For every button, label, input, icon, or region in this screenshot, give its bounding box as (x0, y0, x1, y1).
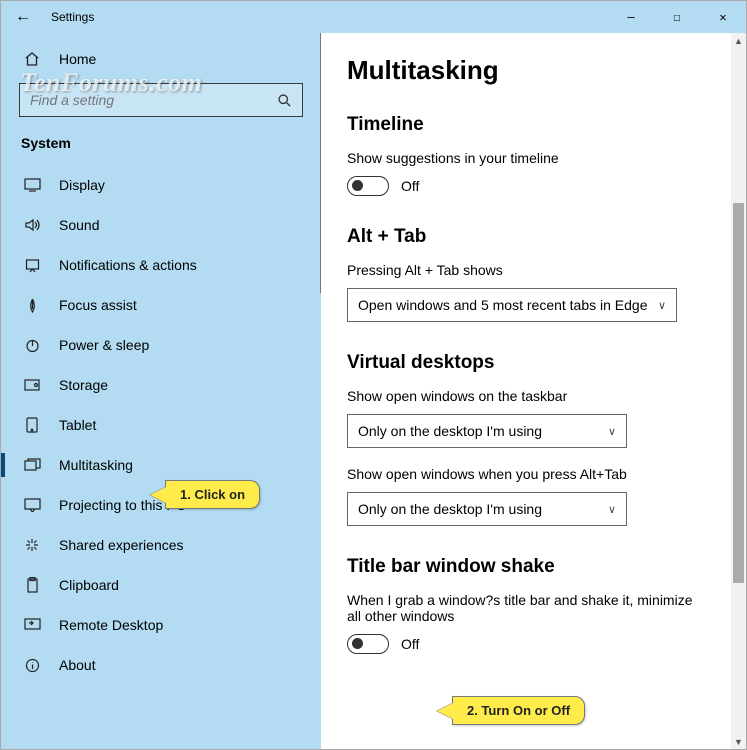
scroll-up-icon[interactable]: ▲ (731, 33, 746, 48)
sidebar-item-notifications[interactable]: Notifications & actions (1, 245, 321, 285)
sidebar-item-label: Sound (59, 217, 99, 233)
window-title: Settings (51, 10, 94, 24)
sidebar-item-label: Storage (59, 377, 108, 393)
sidebar: Home System Display Sound Notifications … (1, 33, 321, 749)
sidebar-item-label: About (59, 657, 96, 673)
sidebar-item-label: Focus assist (59, 297, 137, 313)
chevron-down-icon: ∨ (608, 503, 616, 516)
setting-label: Show open windows when you press Alt+Tab (347, 466, 705, 482)
remote-desktop-icon (21, 618, 43, 632)
close-button[interactable]: ✕ (700, 1, 746, 33)
sidebar-item-label: Multitasking (59, 457, 133, 473)
toggle-state: Off (401, 636, 419, 652)
notifications-icon (21, 258, 43, 273)
sidebar-item-multitasking[interactable]: Multitasking (1, 445, 321, 485)
timeline-toggle-row: Off (347, 176, 705, 196)
vd-alttab-select[interactable]: Only on the desktop I'm using ∨ (347, 492, 627, 526)
title-bar: ← Settings — ☐ ✕ (1, 1, 746, 33)
sidebar-item-label: Power & sleep (59, 337, 149, 353)
group-virtual-desktops: Virtual desktops Show open windows on th… (347, 352, 705, 526)
display-icon (21, 178, 43, 192)
shake-toggle[interactable] (347, 634, 389, 654)
group-heading: Timeline (347, 114, 705, 136)
sidebar-item-remote-desktop[interactable]: Remote Desktop (1, 605, 321, 645)
clipboard-icon (21, 577, 43, 593)
content-pane: Multitasking Timeline Show suggestions i… (321, 33, 746, 749)
group-alt-tab: Alt + Tab Pressing Alt + Tab shows Open … (347, 226, 705, 322)
window-controls: — ☐ ✕ (608, 1, 746, 33)
content-main: Multitasking Timeline Show suggestions i… (321, 33, 731, 749)
group-timeline: Timeline Show suggestions in your timeli… (347, 114, 705, 196)
sidebar-item-label: Tablet (59, 417, 96, 433)
sidebar-item-label: Display (59, 177, 105, 193)
search-icon (277, 93, 292, 108)
sidebar-item-power-sleep[interactable]: Power & sleep (1, 325, 321, 365)
shared-icon (21, 537, 43, 553)
annotation-callout-1: 1. Click on (165, 480, 260, 509)
sidebar-section-header: System (1, 131, 321, 165)
sidebar-item-tablet[interactable]: Tablet (1, 405, 321, 445)
sidebar-item-label: Notifications & actions (59, 257, 197, 273)
sidebar-item-label: Remote Desktop (59, 617, 163, 633)
sidebar-item-shared-experiences[interactable]: Shared experiences (1, 525, 321, 565)
sidebar-item-label: Shared experiences (59, 537, 184, 553)
settings-window: ← Settings — ☐ ✕ Home System (0, 0, 747, 750)
storage-icon (21, 379, 43, 391)
group-heading: Alt + Tab (347, 226, 705, 248)
sidebar-item-label: Clipboard (59, 577, 119, 593)
group-window-shake: Title bar window shake When I grab a win… (347, 556, 705, 654)
setting-label: When I grab a window?s title bar and sha… (347, 592, 705, 624)
shake-toggle-row: Off (347, 634, 705, 654)
sidebar-item-storage[interactable]: Storage (1, 365, 321, 405)
home-label: Home (59, 51, 96, 67)
home-icon (21, 51, 43, 67)
toggle-state: Off (401, 178, 419, 194)
setting-label: Show open windows on the taskbar (347, 388, 705, 404)
scroll-down-icon[interactable]: ▼ (731, 734, 746, 749)
setting-label: Show suggestions in your timeline (347, 150, 705, 166)
focus-assist-icon (21, 298, 43, 313)
vd-taskbar-select[interactable]: Only on the desktop I'm using ∨ (347, 414, 627, 448)
vertical-scrollbar[interactable]: ▲ ▼ (731, 33, 746, 749)
group-heading: Title bar window shake (347, 556, 705, 578)
select-value: Only on the desktop I'm using (358, 423, 542, 439)
sidebar-item-about[interactable]: About (1, 645, 321, 685)
search-input[interactable] (30, 92, 277, 108)
chevron-down-icon: ∨ (658, 299, 666, 312)
back-button[interactable]: ← (15, 8, 35, 26)
about-icon (21, 658, 43, 673)
tablet-icon (21, 417, 43, 433)
setting-label: Pressing Alt + Tab shows (347, 262, 705, 278)
timeline-toggle[interactable] (347, 176, 389, 196)
multitasking-icon (21, 458, 43, 472)
power-icon (21, 338, 43, 353)
group-heading: Virtual desktops (347, 352, 705, 374)
sidebar-item-clipboard[interactable]: Clipboard (1, 565, 321, 605)
sidebar-item-focus-assist[interactable]: Focus assist (1, 285, 321, 325)
alt-tab-select[interactable]: Open windows and 5 most recent tabs in E… (347, 288, 677, 322)
search-box[interactable] (19, 83, 303, 117)
minimize-button[interactable]: — (608, 1, 654, 33)
page-title: Multitasking (347, 55, 705, 86)
sidebar-home[interactable]: Home (1, 43, 321, 75)
sound-icon (21, 218, 43, 232)
select-value: Only on the desktop I'm using (358, 501, 542, 517)
sidebar-item-sound[interactable]: Sound (1, 205, 321, 245)
select-value: Open windows and 5 most recent tabs in E… (358, 297, 648, 313)
chevron-down-icon: ∨ (608, 425, 616, 438)
window-body: Home System Display Sound Notifications … (1, 33, 746, 749)
scroll-thumb[interactable] (733, 203, 744, 583)
annotation-callout-2: 2. Turn On or Off (452, 696, 585, 725)
projecting-icon (21, 498, 43, 512)
maximize-button[interactable]: ☐ (654, 1, 700, 33)
sidebar-item-display[interactable]: Display (1, 165, 321, 205)
